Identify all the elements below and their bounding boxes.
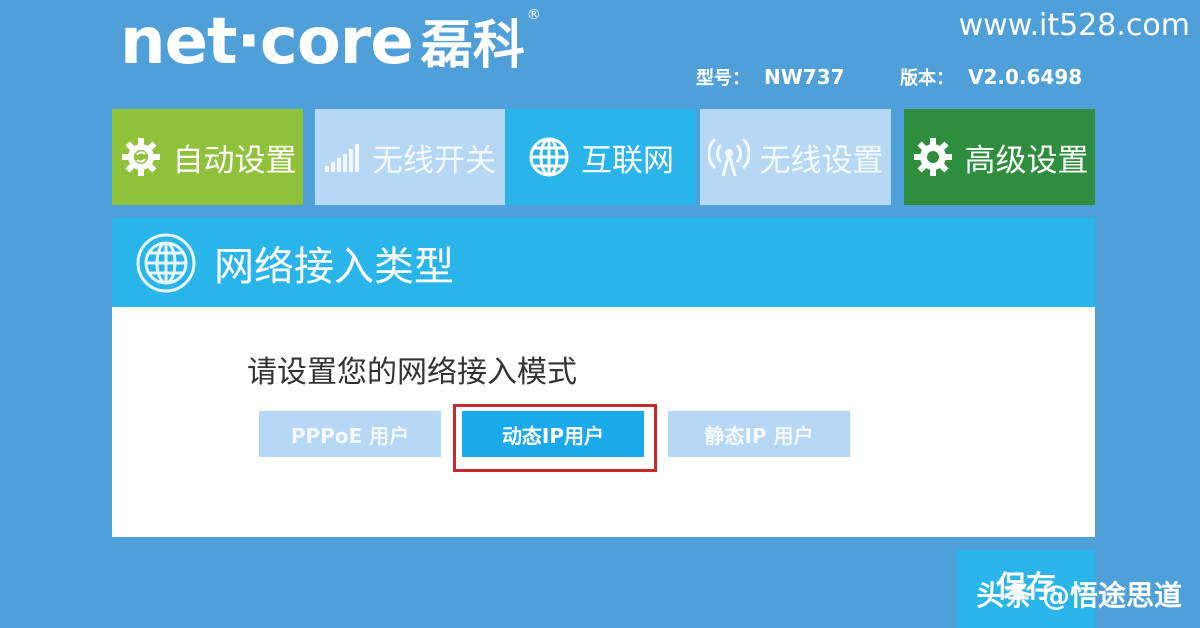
registered-mark: ® <box>526 7 541 23</box>
globe-icon <box>529 137 569 177</box>
tab-label: 高级设置 <box>964 142 1089 179</box>
section-title: 网络接入类型 <box>214 243 454 290</box>
signal-bars-icon <box>325 144 359 172</box>
version-value: V2.0.6498 <box>968 65 1083 89</box>
model-info: 型号： NW737 <box>696 64 845 90</box>
tab-internet[interactable]: 互联网 <box>505 109 696 205</box>
section-header: 网络接入类型 <box>112 218 1095 307</box>
watermark: 头条 @悟途思道 <box>976 579 1182 612</box>
tab-advanced-settings[interactable]: 高级设置 <box>904 109 1095 205</box>
main-nav-tabs: 自动设置 无线开关 互联网 无线设置 高级设置 <box>112 109 1095 205</box>
gear-icon <box>913 138 952 176</box>
tab-auto-setup[interactable]: 自动设置 <box>112 109 303 205</box>
static-ip-user-button[interactable]: 静态IP 用户 <box>668 411 850 457</box>
version-label: 版本： <box>900 68 954 89</box>
tab-label: 无线设置 <box>759 142 884 179</box>
model-label: 型号： <box>696 68 750 89</box>
model-value: NW737 <box>764 65 845 89</box>
logo-text-cn: 磊科 <box>420 16 525 76</box>
gear-icon <box>121 138 160 176</box>
globe-icon <box>136 233 196 293</box>
antenna-icon <box>707 137 750 177</box>
version-info: 版本： V2.0.6498 <box>900 64 1082 90</box>
pppoe-user-button[interactable]: PPPoE 用户 <box>259 411 441 457</box>
tab-wireless-settings[interactable]: 无线设置 <box>700 109 891 205</box>
dynamic-ip-user-button[interactable]: 动态IP用户 <box>462 411 644 457</box>
access-type-panel: 请设置您的网络接入模式 PPPoE 用户 动态IP用户 静态IP 用户 <box>112 307 1095 537</box>
tab-label: 自动设置 <box>172 142 297 179</box>
netcore-logo: net·core 磊科 ® <box>120 2 541 82</box>
tab-wireless-switch[interactable]: 无线开关 <box>315 109 505 205</box>
site-url: www.it528.com <box>958 8 1190 43</box>
tab-label: 无线开关 <box>372 142 496 179</box>
access-mode-prompt: 请设置您的网络接入模式 <box>247 355 577 390</box>
tab-label: 互联网 <box>581 142 674 179</box>
logo-text-en: net·core <box>120 5 414 79</box>
